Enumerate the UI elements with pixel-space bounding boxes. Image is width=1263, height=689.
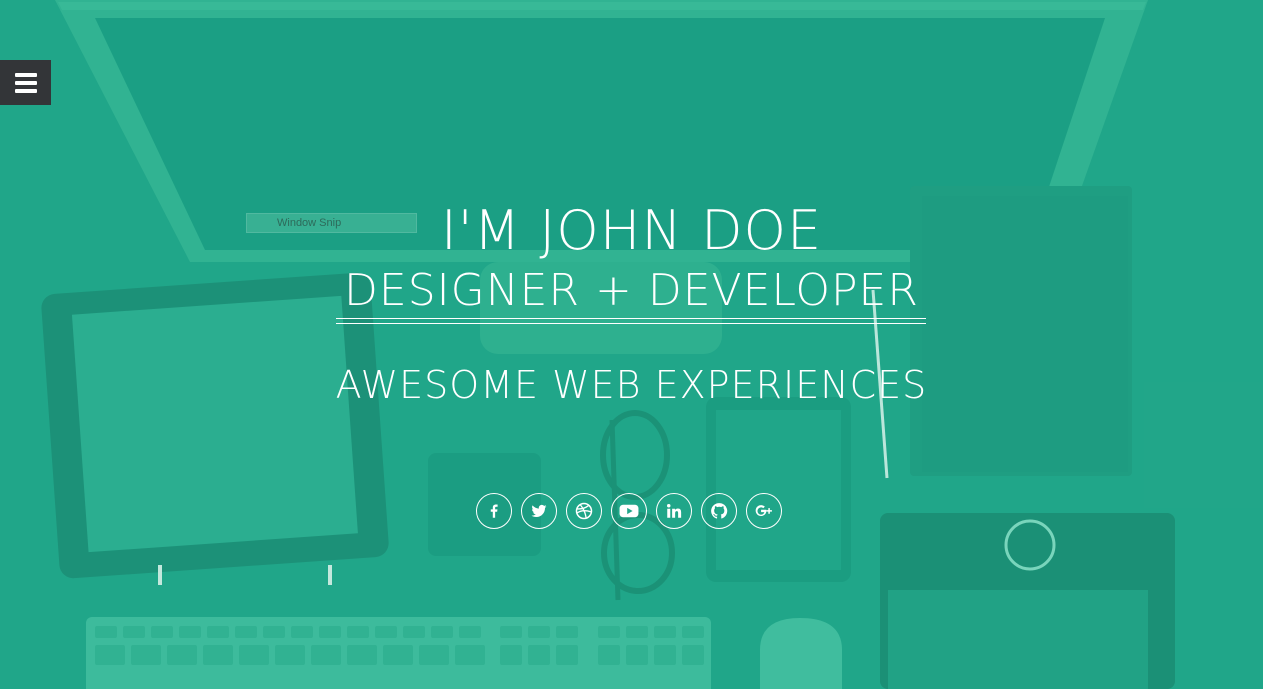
role-underline [336, 323, 926, 324]
color-overlay [0, 0, 1263, 689]
menu-bar [15, 81, 37, 85]
facebook-link[interactable] [476, 493, 512, 529]
dribbble-link[interactable] [566, 493, 602, 529]
hamburger-menu-icon[interactable] [0, 60, 51, 105]
youtube-link[interactable] [611, 493, 647, 529]
menu-bar [15, 73, 37, 77]
menu-bar [15, 89, 37, 93]
twitter-link[interactable] [521, 493, 557, 529]
facebook-icon [490, 504, 498, 518]
dribbble-icon [575, 502, 593, 520]
social-links [476, 493, 782, 530]
google-plus-link[interactable] [746, 493, 782, 529]
linkedin-link[interactable] [656, 493, 692, 529]
hero-tagline: AWESOME WEB EXPERIENCES [335, 363, 928, 407]
role-underline [336, 318, 926, 319]
github-icon [711, 503, 728, 519]
youtube-icon [619, 504, 639, 518]
hero-title: I'M JOHN DOE [440, 199, 823, 262]
twitter-icon [531, 504, 547, 517]
hero-section: Window Snip I'M JOHN DOE DESIGNER + DEVE… [0, 0, 1263, 689]
linkedin-icon [667, 504, 682, 518]
google-plus-icon [755, 505, 772, 516]
hero-role: DESIGNER + DEVELOPER [344, 265, 919, 316]
github-link[interactable] [701, 493, 737, 529]
